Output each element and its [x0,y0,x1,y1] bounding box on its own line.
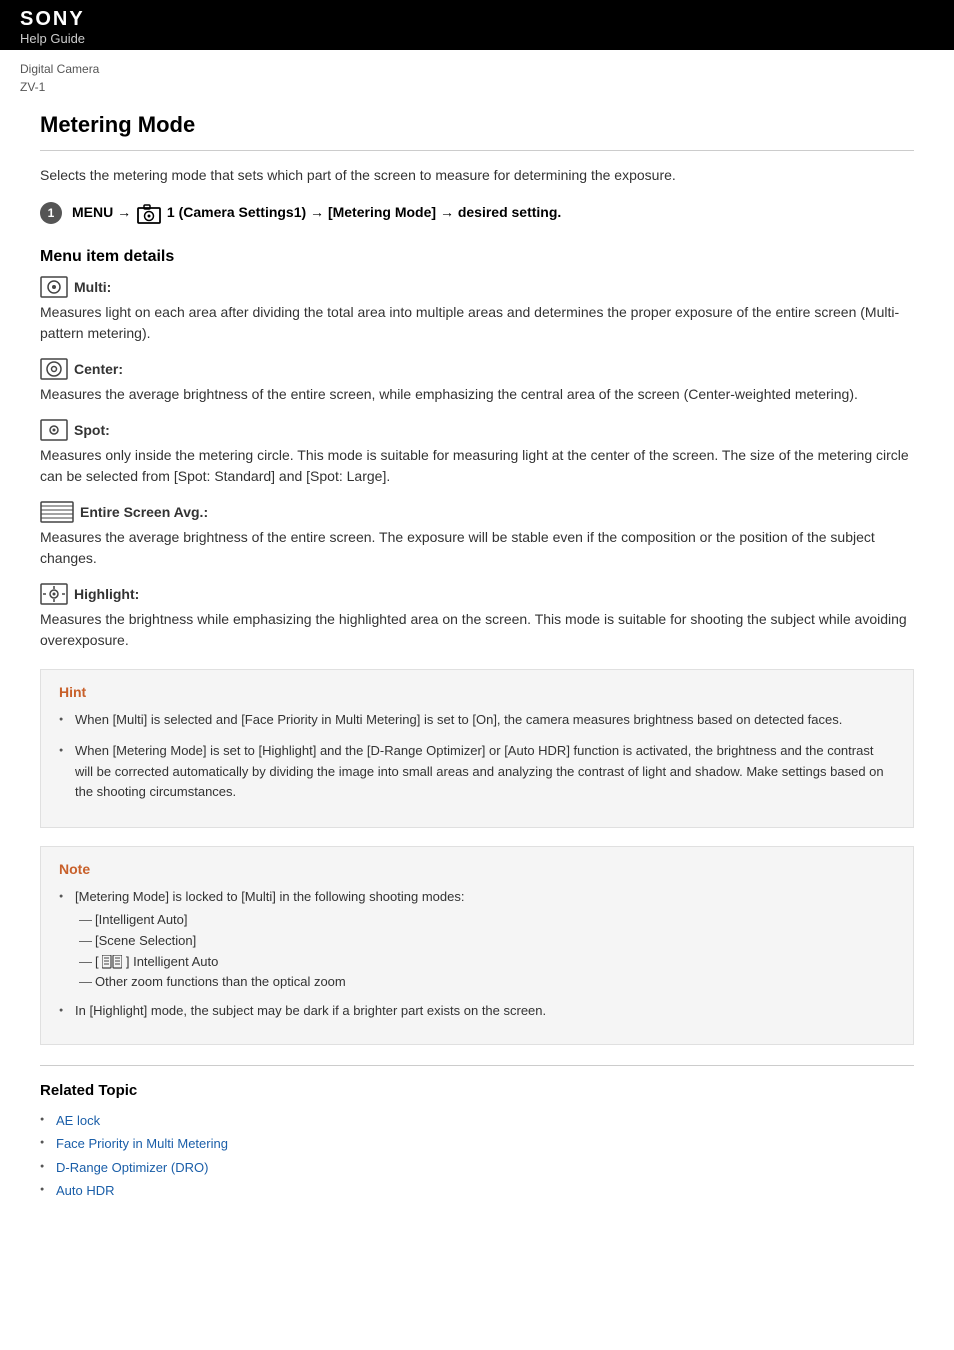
multi-icon [40,276,68,298]
hint-list: When [Multi] is selected and [Face Prior… [59,710,895,803]
step-instruction: 1 MENU → 1 (Camera Settings1) → [Meterin… [40,202,914,224]
sony-logo: SONY [20,8,934,31]
related-link-dro[interactable]: D-Range Optimizer (DRO) [40,1156,914,1179]
menu-item-highlight-header: Highlight: [40,583,914,605]
menu-item-center: Center: Measures the average brightness … [40,358,914,405]
menu-item-highlight-body: Measures the brightness while emphasizin… [40,609,914,651]
ae-lock-link[interactable]: AE lock [56,1113,100,1128]
hint-item-2: When [Metering Mode] is set to [Highligh… [59,741,895,803]
page-description: Selects the metering mode that sets whic… [40,165,914,186]
hint-title: Hint [59,684,895,700]
menu-item-center-header: Center: [40,358,914,380]
step-number: 1 [40,202,62,224]
menu-item-center-label: Center: [74,361,123,377]
menu-item-multi-header: Multi: [40,276,914,298]
menu-item-entire: Entire Screen Avg.: Measures the average… [40,501,914,569]
menu-item-spot-label: Spot: [74,422,110,438]
note-sublist-1: [Intelligent Auto] [Scene Selection] [ [75,910,895,993]
step-text: MENU → 1 (Camera Settings1) → [Metering … [72,202,561,223]
menu-item-entire-header: Entire Screen Avg.: [40,501,914,523]
related-link-face-priority[interactable]: Face Priority in Multi Metering [40,1132,914,1155]
menu-item-spot-header: Spot: [40,419,914,441]
note-item-1: [Metering Mode] is locked to [Multi] in … [59,887,895,993]
menu-item-spot-body: Measures only inside the metering circle… [40,445,914,487]
breadcrumb-line2: ZV-1 [20,78,934,96]
breadcrumb: Digital Camera ZV-1 [0,50,954,102]
note-subitem-4: Other zoom functions than the optical zo… [75,972,895,993]
menu-item-highlight-label: Highlight: [74,586,139,602]
help-guide-label: Help Guide [20,31,934,46]
note-subitem-1: [Intelligent Auto] [75,910,895,931]
menu-item-entire-body: Measures the average brightness of the e… [40,527,914,569]
spot-icon [40,419,68,441]
main-content: Metering Mode Selects the metering mode … [0,102,954,1223]
face-priority-link[interactable]: Face Priority in Multi Metering [56,1136,228,1151]
related-title: Related Topic [40,1082,914,1099]
menu-item-highlight: Highlight: Measures the brightness while… [40,583,914,651]
menu-item-multi-body: Measures light on each area after dividi… [40,302,914,344]
note-subitem-2: [Scene Selection] [75,931,895,952]
menu-item-center-body: Measures the average brightness of the e… [40,384,914,405]
related-section: Related Topic AE lock Face Priority in M… [40,1065,914,1203]
breadcrumb-line1: Digital Camera [20,60,934,78]
page-header: SONY Help Guide [0,0,954,50]
related-link-ae-lock[interactable]: AE lock [40,1109,914,1132]
note-subitem-3: [ ] Intelligent Auto [75,952,895,973]
menu-item-spot: Spot: Measures only inside the metering … [40,419,914,487]
related-list: AE lock Face Priority in Multi Metering … [40,1109,914,1203]
menu-item-multi: Multi: Measures light on each area after… [40,276,914,344]
note-box: Note [Metering Mode] is locked to [Multi… [40,846,914,1045]
related-link-auto-hdr[interactable]: Auto HDR [40,1179,914,1202]
menu-item-multi-label: Multi: [74,279,111,295]
note-title: Note [59,861,895,877]
hint-item-1: When [Multi] is selected and [Face Prior… [59,710,895,731]
menu-details-title: Menu item details [40,248,914,266]
auto-hdr-link[interactable]: Auto HDR [56,1183,115,1198]
intelligent-auto-icon [102,955,122,969]
page-title: Metering Mode [40,112,914,151]
entire-screen-icon [40,501,74,523]
menu-item-entire-label: Entire Screen Avg.: [80,504,208,520]
note-item-2: In [Highlight] mode, the subject may be … [59,1001,895,1022]
hint-box: Hint When [Multi] is selected and [Face … [40,669,914,828]
center-icon [40,358,68,380]
highlight-icon [40,583,68,605]
dro-link[interactable]: D-Range Optimizer (DRO) [56,1160,208,1175]
note-list: [Metering Mode] is locked to [Multi] in … [59,887,895,1022]
camera-settings-icon [137,204,161,224]
